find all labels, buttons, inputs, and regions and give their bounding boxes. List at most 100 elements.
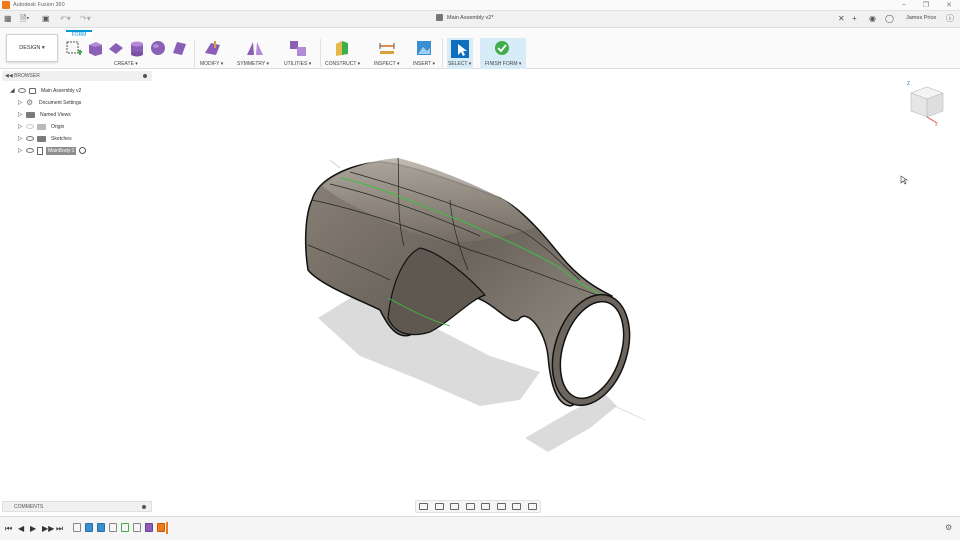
comments-pin-icon[interactable] xyxy=(142,505,146,509)
expand-triangle-icon[interactable]: ▷ xyxy=(18,147,26,154)
settings-gear-icon[interactable]: ⚙ xyxy=(945,523,952,532)
utilities-icon[interactable] xyxy=(288,39,308,57)
create-form-sketch-icon[interactable] xyxy=(65,39,83,57)
timeline-feature-icon[interactable] xyxy=(145,523,153,532)
symmetry-menu[interactable]: SYMMETRY ▾ xyxy=(237,61,269,67)
quick-access-bar: ▦ 🗎▾ ▣ ↶▾ ↷▾ Main Assembly v2* ✕ + ◉ ◯ J… xyxy=(0,11,960,28)
timeline-feature-icon[interactable] xyxy=(133,523,141,532)
viewcube-icon[interactable]: Z X xyxy=(903,79,947,127)
app-title: Autodesk Fusion 360 xyxy=(13,2,65,8)
utilities-menu[interactable]: UTILITIES ▾ xyxy=(284,61,311,67)
edit-form-icon[interactable] xyxy=(203,39,223,57)
timeline-feature-icon[interactable] xyxy=(97,523,105,532)
cylinder-icon[interactable] xyxy=(128,39,146,57)
undo-icon[interactable]: ↶▾ xyxy=(60,14,71,24)
timeline-back-icon[interactable]: ◀ xyxy=(18,524,24,533)
measure-icon[interactable] xyxy=(378,39,396,57)
visibility-eye-icon[interactable] xyxy=(26,124,34,129)
restore-icon[interactable]: ❐ xyxy=(923,1,929,9)
save-icon[interactable]: ▣ xyxy=(42,14,50,24)
tree-item-document-settings[interactable]: ▷ ⚙ Document Settings xyxy=(18,97,83,108)
create-menu[interactable]: CREATE ▾ xyxy=(114,61,138,67)
folder-icon xyxy=(26,111,35,118)
insert-image-icon[interactable] xyxy=(415,39,433,57)
timeline-end-icon[interactable]: ⏭ xyxy=(56,524,63,534)
finish-form-check-icon[interactable] xyxy=(494,40,510,56)
visibility-eye-icon[interactable] xyxy=(18,88,26,93)
tab-form[interactable]: FORM xyxy=(66,30,92,38)
workspace-switcher[interactable]: DESIGN ▾ xyxy=(6,34,58,62)
close-window-icon[interactable]: ✕ xyxy=(946,1,952,9)
activate-radio-icon[interactable] xyxy=(79,147,87,154)
gear-icon: ⚙ xyxy=(26,98,34,107)
pan-hand-icon[interactable] xyxy=(450,503,460,510)
sphere-icon[interactable] xyxy=(149,39,167,57)
new-tab-icon[interactable]: + xyxy=(852,14,857,24)
timeline-forward-icon[interactable]: ▶▶ xyxy=(42,524,54,533)
tree-item-sketches[interactable]: ▷ Sketches xyxy=(18,133,74,144)
timeline-feature-icon[interactable] xyxy=(85,523,93,532)
modify-menu[interactable]: MODIFY ▾ xyxy=(200,61,223,67)
collapse-panel-icon[interactable]: ◀◀ xyxy=(5,73,13,79)
select-cursor-icon[interactable] xyxy=(450,39,470,59)
ribbon-toolbar: DESIGN ▾ FORM CREATE ▾ MODIFY ▾ SYMMETRY… xyxy=(0,29,960,69)
apps-grid-icon[interactable]: ▦ xyxy=(4,14,12,24)
visibility-eye-icon[interactable] xyxy=(26,136,34,141)
symmetry-icon[interactable] xyxy=(245,39,265,57)
construction-line xyxy=(609,403,646,421)
zoom-icon[interactable] xyxy=(465,503,475,510)
close-tab-icon[interactable]: ✕ xyxy=(838,14,845,24)
minimize-icon[interactable]: – xyxy=(902,1,906,9)
redo-icon[interactable]: ↷▾ xyxy=(80,14,91,24)
navigation-bar xyxy=(415,500,541,513)
tree-root[interactable]: ◢ Main Assembly v2 xyxy=(10,85,83,96)
visibility-eye-icon[interactable] xyxy=(26,148,34,153)
help-icon[interactable]: ⓘ xyxy=(946,14,954,24)
expand-triangle-icon[interactable]: ▷ xyxy=(18,111,26,118)
fit-view-icon[interactable] xyxy=(481,503,491,510)
comments-panel[interactable]: COMMENTS xyxy=(2,501,152,512)
plane-icon[interactable] xyxy=(107,39,125,57)
tree-item-origin[interactable]: ▷ Origin xyxy=(18,121,66,132)
viewports-icon[interactable] xyxy=(527,503,537,510)
expand-triangle-icon[interactable]: ▷ xyxy=(18,123,26,130)
timeline-feature-icon[interactable] xyxy=(121,523,129,532)
box-icon[interactable] xyxy=(86,39,104,57)
timeline-feature-icon[interactable] xyxy=(73,523,81,532)
timeline-feature-icon[interactable] xyxy=(109,523,117,532)
finish-form-menu[interactable]: FINISH FORM ▾ xyxy=(485,61,521,67)
timeline-start-icon[interactable]: ⏮ xyxy=(5,524,12,534)
expand-triangle-icon[interactable]: ◢ xyxy=(10,87,18,94)
display-settings-icon[interactable] xyxy=(496,503,506,510)
user-name[interactable]: James Price xyxy=(906,15,936,21)
pin-icon[interactable] xyxy=(143,74,147,78)
canvas-viewport[interactable] xyxy=(260,140,660,470)
look-at-icon[interactable] xyxy=(434,503,444,510)
timeline-marker[interactable] xyxy=(166,522,168,534)
document-node-icon xyxy=(29,87,36,94)
mouse-cursor-icon xyxy=(900,175,908,185)
title-bar: Autodesk Fusion 360 – ❐ ✕ xyxy=(0,0,960,11)
file-icon[interactable]: 🗎▾ xyxy=(20,14,29,24)
orbit-icon[interactable] xyxy=(419,503,429,510)
torus-icon[interactable] xyxy=(170,39,188,57)
job-status-icon[interactable]: ◯ xyxy=(885,14,894,24)
comments-title: COMMENTS xyxy=(14,503,44,510)
inspect-menu[interactable]: INSPECT ▾ xyxy=(374,61,399,67)
expand-triangle-icon[interactable]: ▷ xyxy=(18,135,26,142)
timeline-play-icon[interactable]: ▶ xyxy=(30,524,36,533)
tree-item-named-views[interactable]: ▷ Named Views xyxy=(18,109,73,120)
expand-triangle-icon[interactable]: ▷ xyxy=(18,99,26,106)
tree-item-mainbody[interactable]: ▷ MainBody:1 xyxy=(18,145,87,156)
document-icon xyxy=(436,14,443,21)
grid-snaps-icon[interactable] xyxy=(512,503,522,510)
construct-plane-icon[interactable] xyxy=(333,39,351,57)
select-menu[interactable]: SELECT ▾ xyxy=(448,61,471,67)
browser-panel-header[interactable]: ◀◀ BROWSER xyxy=(2,71,152,81)
construct-menu[interactable]: CONSTRUCT ▾ xyxy=(325,61,360,67)
timeline-feature-icon[interactable] xyxy=(157,523,165,532)
extensions-icon[interactable]: ◉ xyxy=(869,14,876,24)
insert-menu[interactable]: INSERT ▾ xyxy=(413,61,435,67)
document-tab[interactable]: Main Assembly v2* xyxy=(436,14,493,21)
browser-title: BROWSER xyxy=(14,73,40,79)
